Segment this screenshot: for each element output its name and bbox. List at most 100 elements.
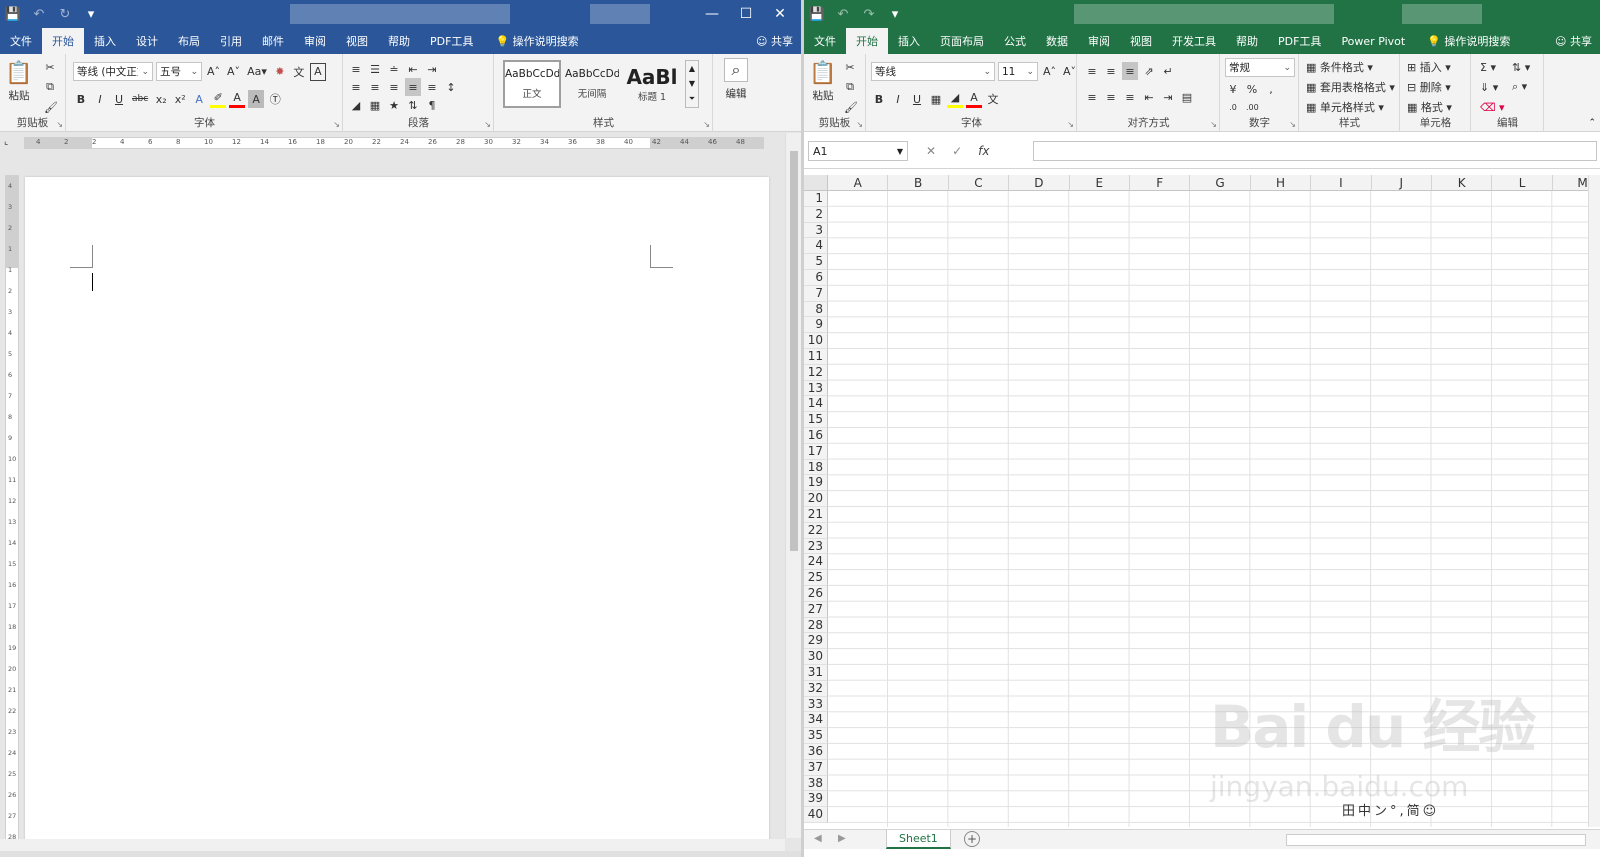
dialog-launcher-icon[interactable]: ↘: [1210, 120, 1217, 129]
row-header-7[interactable]: 7: [804, 285, 828, 302]
cancel-icon[interactable]: ✕: [926, 144, 936, 158]
tab-file[interactable]: 文件: [0, 28, 42, 54]
decrease-indent-icon[interactable]: ⇤: [1141, 88, 1157, 106]
dialog-launcher-icon[interactable]: ↘: [484, 120, 491, 129]
tab-file[interactable]: 文件: [804, 28, 846, 54]
column-header-J[interactable]: J: [1371, 175, 1432, 191]
redo-icon[interactable]: ↻: [52, 0, 78, 28]
row-header-25[interactable]: 25: [804, 570, 828, 586]
row-header-21[interactable]: 21: [804, 507, 828, 523]
row-header-11[interactable]: 11: [804, 349, 828, 365]
prev-sheet-icon[interactable]: ◀: [814, 833, 822, 844]
align-right-icon[interactable]: ≡: [386, 78, 402, 96]
chevron-up-icon[interactable]: ▲: [689, 64, 695, 73]
row-header-17[interactable]: 17: [804, 443, 828, 460]
more-icon[interactable]: ⏷: [689, 94, 695, 104]
tab-pdf[interactable]: PDF工具: [1268, 28, 1331, 54]
minimize-icon[interactable]: —: [695, 0, 729, 28]
tab-pdf[interactable]: PDF工具: [420, 28, 483, 54]
column-header-H[interactable]: H: [1250, 175, 1312, 191]
highlight-icon[interactable]: ✐: [210, 90, 227, 108]
column-header-I[interactable]: I: [1311, 175, 1372, 191]
row-header-2[interactable]: 2: [804, 206, 828, 223]
maximize-icon[interactable]: ☐: [729, 0, 763, 28]
align-left-icon[interactable]: ≡: [348, 78, 364, 96]
column-header-G[interactable]: G: [1190, 175, 1251, 191]
find-select-icon[interactable]: ⌕ ▾: [1510, 78, 1529, 96]
name-box[interactable]: A1 ▼: [808, 141, 908, 161]
cut-icon[interactable]: ✂: [42, 58, 58, 76]
align-center-icon[interactable]: ≡: [1103, 88, 1119, 106]
tab-home[interactable]: 开始: [846, 28, 888, 54]
row-header-30[interactable]: 30: [804, 649, 828, 665]
justify-icon[interactable]: ≡: [405, 78, 421, 96]
tab-review[interactable]: 审阅: [294, 28, 336, 54]
tab-insert[interactable]: 插入: [888, 28, 930, 54]
percent-icon[interactable]: %: [1244, 80, 1260, 98]
customize-qat-icon[interactable]: ▾: [78, 0, 104, 28]
sort-filter-icon[interactable]: ⇅ ▾: [1510, 58, 1532, 76]
close-icon[interactable]: ✕: [763, 0, 797, 28]
scroll-thumb[interactable]: [790, 151, 798, 551]
font-color-icon[interactable]: A: [966, 90, 982, 108]
format-cells-button[interactable]: ▦ 格式 ▾: [1405, 98, 1454, 116]
column-header-F[interactable]: F: [1130, 175, 1191, 191]
font-size-combo[interactable]: 五号 ⌄: [156, 62, 202, 81]
tell-me-search[interactable]: 💡 操作说明搜索: [1417, 28, 1520, 54]
tab-review[interactable]: 审阅: [1078, 28, 1120, 54]
tab-page-layout[interactable]: 页面布局: [930, 28, 994, 54]
row-header-35[interactable]: 35: [804, 728, 828, 744]
row-header-20[interactable]: 20: [804, 491, 828, 507]
sheet-tab[interactable]: Sheet1: [886, 830, 951, 849]
enclose-characters-icon[interactable]: Ⓣ: [267, 90, 283, 108]
fill-color-icon[interactable]: ◢: [947, 90, 963, 108]
row-header-6[interactable]: 6: [804, 270, 828, 286]
customize-qat-icon[interactable]: ▾: [882, 0, 908, 28]
style-no-spacing[interactable]: AaBbCcDd 无间隔: [563, 60, 621, 108]
row-header-40[interactable]: 40: [804, 807, 828, 823]
decrease-decimal-icon[interactable]: .00: [1244, 98, 1261, 116]
clear-formatting-icon[interactable]: ✸: [272, 63, 288, 81]
conditional-formatting-button[interactable]: ▦ 条件格式 ▾: [1304, 58, 1375, 76]
tab-help[interactable]: 帮助: [378, 28, 420, 54]
character-border-icon[interactable]: A: [309, 62, 326, 81]
styles-scroll[interactable]: ▲ ▼ ⏷: [685, 60, 699, 108]
copy-icon[interactable]: ⧉: [42, 78, 58, 96]
formula-input[interactable]: [1033, 141, 1597, 161]
insert-function-icon[interactable]: fx: [978, 144, 989, 158]
font-name-combo[interactable]: 等线 ⌄: [871, 62, 995, 81]
increase-indent-icon[interactable]: ⇥: [1160, 88, 1176, 106]
column-header-D[interactable]: D: [1009, 175, 1070, 191]
redo-icon[interactable]: ↷: [856, 0, 882, 28]
column-header-C[interactable]: C: [948, 175, 1010, 191]
column-header-E[interactable]: E: [1069, 175, 1130, 191]
undo-icon[interactable]: ↶: [26, 0, 52, 28]
save-icon[interactable]: 💾: [804, 0, 830, 28]
font-name-combo[interactable]: 等线 (中文正文)⌄: [73, 62, 153, 81]
vertical-scrollbar[interactable]: [785, 133, 801, 838]
tab-help[interactable]: 帮助: [1226, 28, 1268, 54]
row-header-3[interactable]: 3: [804, 222, 828, 239]
vertical-scrollbar[interactable]: [1588, 175, 1600, 827]
strikethrough-icon[interactable]: abc: [130, 90, 150, 108]
cut-icon[interactable]: ✂: [842, 58, 858, 76]
row-header-8[interactable]: 8: [804, 301, 828, 318]
tab-design[interactable]: 设计: [126, 28, 168, 54]
shrink-font-icon[interactable]: A˅: [225, 63, 242, 81]
increase-decimal-icon[interactable]: .0: [1225, 98, 1241, 116]
row-header-36[interactable]: 36: [804, 744, 828, 760]
row-header-22[interactable]: 22: [804, 522, 828, 539]
italic-icon[interactable]: I: [890, 90, 906, 108]
tab-data[interactable]: 数据: [1036, 28, 1078, 54]
column-header-K[interactable]: K: [1432, 175, 1493, 191]
tab-selector[interactable]: ⌞: [4, 137, 8, 147]
select-all-corner[interactable]: [804, 175, 828, 191]
bold-icon[interactable]: B: [73, 90, 89, 108]
enter-icon[interactable]: ✓: [952, 144, 962, 158]
align-bottom-icon[interactable]: ≡: [1122, 62, 1138, 80]
orientation-icon[interactable]: ⇗: [1141, 62, 1157, 80]
column-header-A[interactable]: A: [828, 175, 889, 191]
row-header-34[interactable]: 34: [804, 712, 828, 729]
row-header-38[interactable]: 38: [804, 775, 828, 792]
align-top-icon[interactable]: ≡: [1084, 62, 1100, 80]
